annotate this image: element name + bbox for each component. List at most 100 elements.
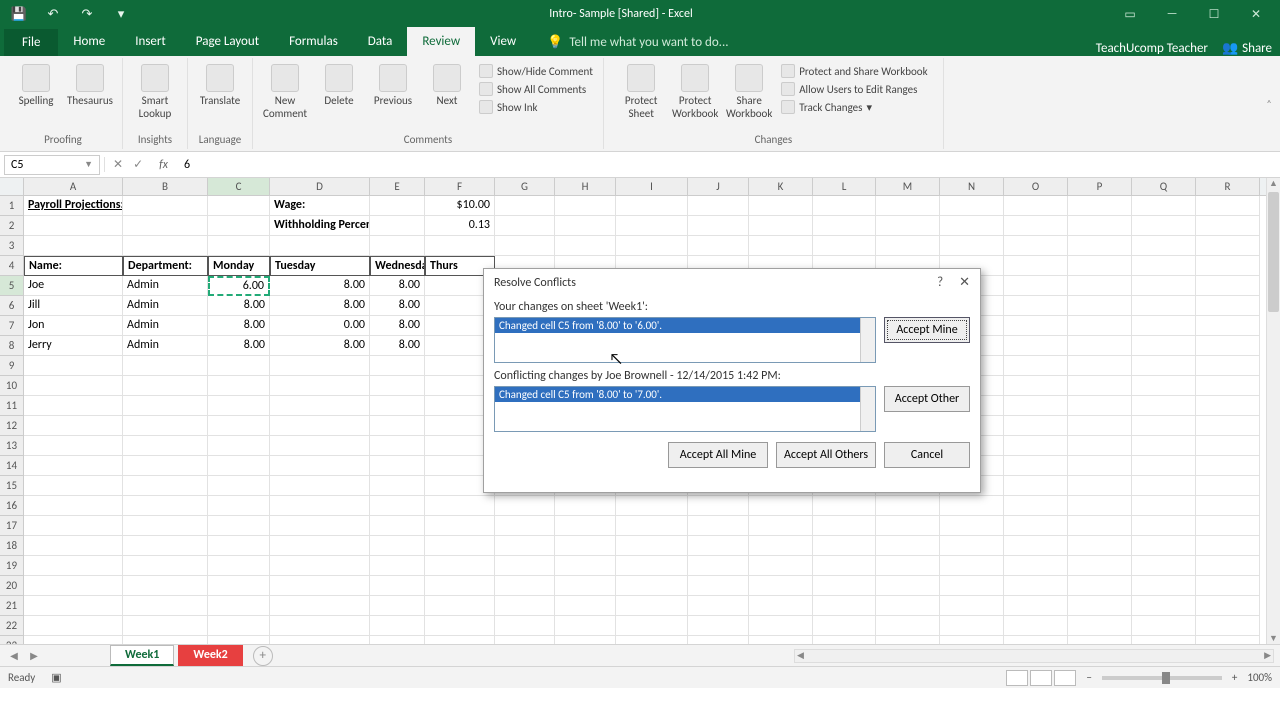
track-changes-button[interactable]: Track Changes ▾: [777, 98, 931, 116]
cell[interactable]: [1132, 636, 1196, 644]
row-header[interactable]: 21: [0, 596, 24, 616]
cell[interactable]: [495, 536, 555, 556]
cell[interactable]: [1132, 316, 1196, 336]
cell[interactable]: [749, 196, 813, 216]
delete-comment-button[interactable]: Delete: [313, 60, 365, 111]
cell[interactable]: [1132, 616, 1196, 636]
cell[interactable]: [1196, 596, 1260, 616]
cell[interactable]: [24, 556, 123, 576]
cell[interactable]: 0.13: [425, 216, 495, 236]
row-header[interactable]: 15: [0, 476, 24, 496]
cell[interactable]: [1132, 516, 1196, 536]
cell[interactable]: [876, 636, 940, 644]
zoom-level[interactable]: 100%: [1247, 671, 1272, 684]
cell[interactable]: [123, 616, 208, 636]
cell[interactable]: [688, 216, 749, 236]
cell[interactable]: [24, 356, 123, 376]
undo-icon[interactable]: ↶: [42, 3, 64, 25]
accept-other-button[interactable]: Accept Other: [884, 386, 970, 412]
cell[interactable]: Jill: [24, 296, 123, 316]
cell[interactable]: [24, 416, 123, 436]
column-header[interactable]: L: [813, 178, 876, 195]
cell[interactable]: [425, 616, 495, 636]
cell[interactable]: [1196, 536, 1260, 556]
cell[interactable]: [1068, 356, 1132, 376]
accept-all-mine-button[interactable]: Accept All Mine: [668, 442, 768, 468]
cell[interactable]: [208, 516, 270, 536]
cell[interactable]: [1068, 476, 1132, 496]
tab-formulas[interactable]: Formulas: [274, 27, 353, 56]
column-header[interactable]: H: [555, 178, 616, 195]
column-header[interactable]: A: [24, 178, 123, 195]
cell[interactable]: [688, 236, 749, 256]
cell[interactable]: [813, 576, 876, 596]
cell[interactable]: [1196, 236, 1260, 256]
cell[interactable]: 8.00: [370, 316, 425, 336]
cell[interactable]: [1068, 376, 1132, 396]
row-header[interactable]: 3: [0, 236, 24, 256]
cell[interactable]: [813, 636, 876, 644]
cell[interactable]: [370, 496, 425, 516]
ribbon-options-icon[interactable]: ▭: [1110, 3, 1150, 25]
cell[interactable]: [688, 616, 749, 636]
cell[interactable]: [123, 436, 208, 456]
cell[interactable]: [813, 596, 876, 616]
fx-icon[interactable]: fx: [159, 158, 168, 172]
cell[interactable]: [270, 596, 370, 616]
cell[interactable]: [616, 196, 688, 216]
cell[interactable]: [616, 216, 688, 236]
cell[interactable]: [24, 616, 123, 636]
share-workbook-button[interactable]: Share Workbook: [723, 60, 775, 124]
thesaurus-button[interactable]: Thesaurus: [64, 60, 116, 111]
cell[interactable]: [1004, 376, 1068, 396]
cell[interactable]: [876, 236, 940, 256]
cell[interactable]: [425, 236, 495, 256]
cell[interactable]: [1132, 276, 1196, 296]
protect-workbook-button[interactable]: Protect Workbook: [669, 60, 721, 124]
column-header[interactable]: P: [1068, 178, 1132, 195]
cell[interactable]: [1068, 396, 1132, 416]
cell[interactable]: [940, 636, 1004, 644]
cell[interactable]: [1068, 456, 1132, 476]
cell[interactable]: [370, 476, 425, 496]
cell[interactable]: [1196, 196, 1260, 216]
cell[interactable]: [1004, 396, 1068, 416]
row-header[interactable]: 22: [0, 616, 24, 636]
cell[interactable]: [688, 536, 749, 556]
cell[interactable]: [749, 516, 813, 536]
cell[interactable]: [1132, 236, 1196, 256]
cell[interactable]: [208, 636, 270, 644]
cell[interactable]: [208, 416, 270, 436]
cell[interactable]: [688, 596, 749, 616]
cell[interactable]: [24, 436, 123, 456]
row-header[interactable]: 2: [0, 216, 24, 236]
cell[interactable]: [940, 496, 1004, 516]
cell[interactable]: [813, 516, 876, 536]
cell[interactable]: [1068, 576, 1132, 596]
cell[interactable]: [876, 616, 940, 636]
cell[interactable]: [370, 556, 425, 576]
cell[interactable]: [370, 216, 425, 236]
save-icon[interactable]: 💾: [8, 3, 30, 25]
cell[interactable]: [1196, 316, 1260, 336]
cell[interactable]: [1196, 556, 1260, 576]
cell[interactable]: [876, 536, 940, 556]
cell[interactable]: [1004, 276, 1068, 296]
row-header[interactable]: 8: [0, 336, 24, 356]
cell[interactable]: [1068, 196, 1132, 216]
cell[interactable]: [555, 636, 616, 644]
cell[interactable]: [813, 216, 876, 236]
cell[interactable]: [749, 236, 813, 256]
cell[interactable]: Payroll Projections:: [24, 196, 123, 216]
cell[interactable]: 8.00: [370, 276, 425, 296]
cell[interactable]: [1196, 296, 1260, 316]
cell[interactable]: [370, 636, 425, 644]
cell[interactable]: Jon: [24, 316, 123, 336]
row-header[interactable]: 13: [0, 436, 24, 456]
cell[interactable]: [208, 396, 270, 416]
column-header[interactable]: N: [940, 178, 1004, 195]
cell[interactable]: [749, 556, 813, 576]
cell[interactable]: [1068, 616, 1132, 636]
name-box[interactable]: C5▼: [4, 155, 100, 175]
column-header[interactable]: B: [123, 178, 208, 195]
